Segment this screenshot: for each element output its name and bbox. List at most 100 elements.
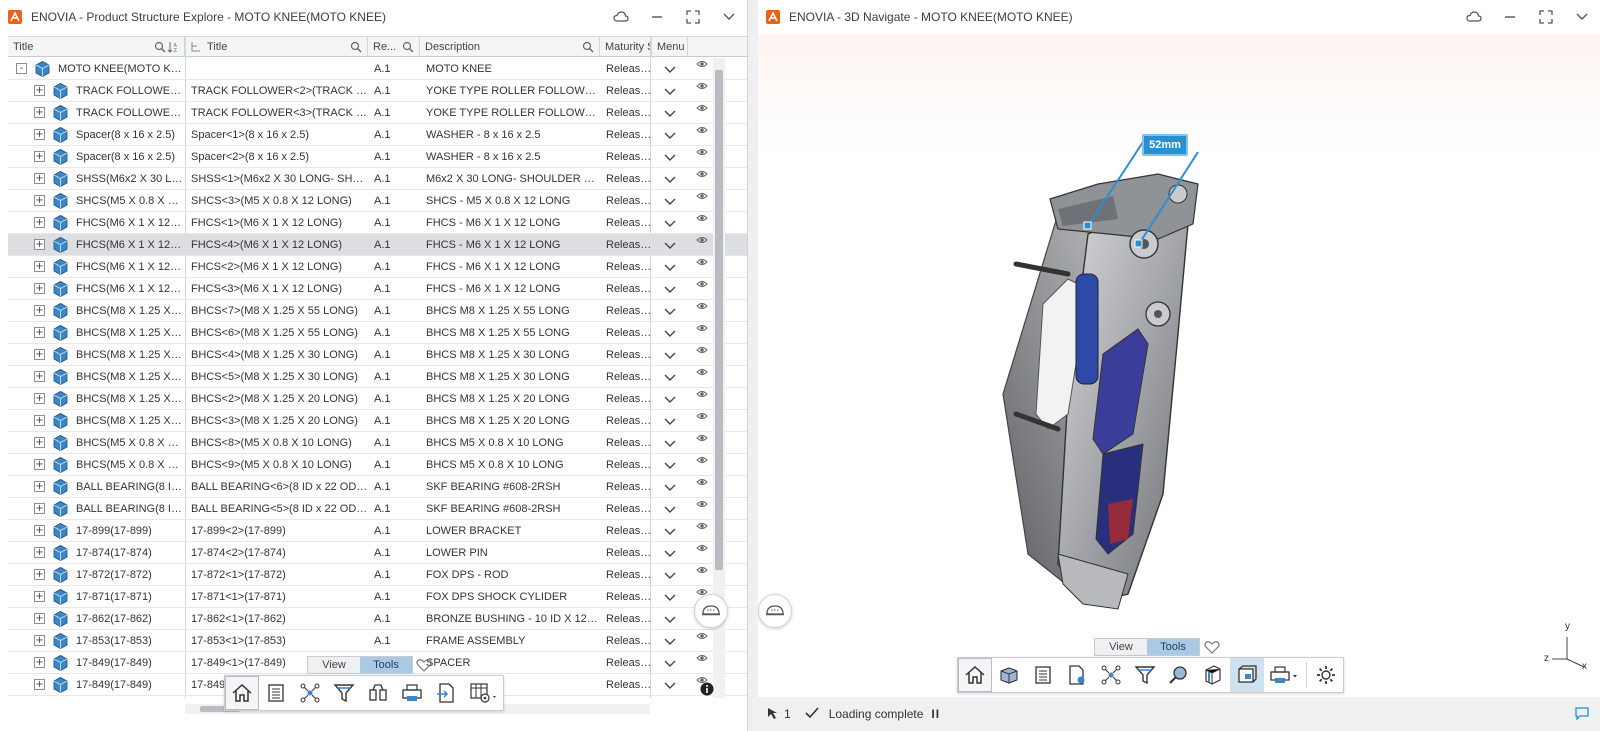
expand-toggle[interactable]: + bbox=[34, 371, 45, 382]
table-row[interactable]: +17-853(17-853) 17-853<1>(17-853) A.1 FRAME… bbox=[8, 630, 747, 652]
row-menu-chevron-icon[interactable] bbox=[663, 326, 677, 340]
table-row[interactable]: +17-899(17-899) 17-899<2>(17-899) A.1 LOWER… bbox=[8, 520, 747, 542]
expand-toggle[interactable]: + bbox=[34, 657, 45, 668]
row-menu-chevron-icon[interactable] bbox=[663, 304, 677, 318]
table-row[interactable]: - MOTO KNEE(MOTO KNEE) A.1 MOTO KNEE Release… bbox=[8, 58, 747, 80]
panel-divider[interactable] bbox=[748, 0, 758, 731]
visibility-eye-icon[interactable] bbox=[696, 433, 708, 443]
header-maturity[interactable]: Maturity S bbox=[600, 37, 652, 57]
expand-toggle[interactable]: + bbox=[34, 151, 45, 162]
header-revision[interactable]: Re... bbox=[368, 37, 420, 57]
table-settings-icon[interactable] bbox=[463, 676, 503, 710]
expand-toggle[interactable]: + bbox=[34, 679, 45, 690]
export-icon[interactable] bbox=[429, 676, 463, 710]
table-row[interactable]: + BALL BEARING(8 ID ... BALL BEARING<6>(8 … bbox=[8, 476, 747, 498]
expand-toggle[interactable]: + bbox=[34, 305, 45, 316]
print-icon[interactable] bbox=[1264, 658, 1304, 692]
settings-icon[interactable] bbox=[1309, 658, 1343, 692]
table-row[interactable]: +17-862(17-862) 17-862<1>(17-862) A.1 BRONZ… bbox=[8, 608, 747, 630]
info-icon[interactable] bbox=[700, 682, 714, 699]
expand-toggle[interactable]: + bbox=[34, 327, 45, 338]
visibility-eye-icon[interactable] bbox=[696, 301, 708, 311]
visibility-eye-icon[interactable] bbox=[696, 257, 708, 267]
table-view-icon[interactable] bbox=[259, 676, 293, 710]
table-row[interactable]: +17-874(17-874) 17-874<2>(17-874) A.1 LOWER… bbox=[8, 542, 747, 564]
chevron-down-icon[interactable] bbox=[711, 0, 747, 34]
table-row[interactable]: + BHCS(M5 X 0.8 X 10 ... BHCS<9>(M5 X 0.8 … bbox=[8, 454, 747, 476]
table-row[interactable]: + FHCS(M6 X 1 X 12 L... FHCS<3>(M6 X 1 X 1… bbox=[8, 278, 747, 300]
expand-toggle[interactable]: - bbox=[16, 63, 27, 74]
favorite-heart-icon[interactable] bbox=[1204, 640, 1220, 657]
expand-toggle[interactable]: + bbox=[34, 569, 45, 580]
box-view-icon[interactable] bbox=[1230, 658, 1264, 692]
row-menu-chevron-icon[interactable] bbox=[663, 84, 677, 98]
expand-toggle[interactable]: + bbox=[34, 85, 45, 96]
table-row[interactable]: + BHCS(M8 X 1.25 X 3... BHCS<5>(M8 X 1.25 … bbox=[8, 366, 747, 388]
visibility-eye-icon[interactable] bbox=[696, 103, 708, 113]
search-icon[interactable] bbox=[582, 41, 594, 53]
print-icon[interactable] bbox=[395, 676, 429, 710]
table-row[interactable]: + Spacer(8 x 16 x 2.5) Spacer<1>(8 x 16 x … bbox=[8, 124, 747, 146]
expand-toggle[interactable]: + bbox=[34, 613, 45, 624]
home-icon[interactable] bbox=[225, 676, 259, 710]
section-icon[interactable] bbox=[1196, 658, 1230, 692]
tab-tools[interactable]: Tools bbox=[360, 657, 412, 673]
expand-toggle[interactable]: + bbox=[34, 195, 45, 206]
3d-viewport[interactable]: 52mm y x z View Tools bbox=[758, 34, 1600, 697]
row-menu-chevron-icon[interactable] bbox=[663, 348, 677, 362]
scrollbar-thumb[interactable] bbox=[715, 70, 723, 570]
search-3d-icon[interactable] bbox=[1162, 658, 1196, 692]
row-menu-chevron-icon[interactable] bbox=[663, 656, 677, 670]
header-menu[interactable]: Menu bbox=[652, 37, 688, 57]
visibility-eye-icon[interactable] bbox=[696, 279, 708, 289]
visibility-eye-icon[interactable] bbox=[696, 81, 708, 91]
row-menu-chevron-icon[interactable] bbox=[663, 480, 677, 494]
visibility-eye-icon[interactable] bbox=[696, 345, 708, 355]
table-row[interactable]: + FHCS(M6 X 1 X 12 L... FHCS<1>(M6 X 1 X 1… bbox=[8, 212, 747, 234]
visibility-eye-icon[interactable] bbox=[696, 565, 708, 575]
row-menu-chevron-icon[interactable] bbox=[663, 524, 677, 538]
maximize-icon[interactable] bbox=[1528, 0, 1564, 34]
row-menu-chevron-icon[interactable] bbox=[663, 414, 677, 428]
header-instance-title[interactable]: Title bbox=[185, 37, 368, 57]
expand-toggle[interactable]: + bbox=[34, 591, 45, 602]
header-title[interactable]: Title AZ bbox=[8, 37, 185, 57]
filter-icon[interactable] bbox=[1128, 658, 1162, 692]
search-icon[interactable] bbox=[154, 41, 166, 53]
tab-view[interactable]: View bbox=[1095, 639, 1147, 655]
expand-toggle[interactable]: + bbox=[34, 393, 45, 404]
visibility-eye-icon[interactable] bbox=[696, 411, 708, 421]
visibility-eye-icon[interactable] bbox=[696, 367, 708, 377]
row-menu-chevron-icon[interactable] bbox=[663, 282, 677, 296]
visibility-eye-icon[interactable] bbox=[696, 521, 708, 531]
visibility-eye-icon[interactable] bbox=[696, 213, 708, 223]
table-row[interactable]: + TRACK FOLLOWER(... TRACK FOLLOWER<2>(TRA… bbox=[8, 80, 747, 102]
minimize-icon[interactable] bbox=[1492, 0, 1528, 34]
visibility-eye-icon[interactable] bbox=[696, 235, 708, 245]
table-row[interactable]: + FHCS(M6 X 1 X 12 L... FHCS<2>(M6 X 1 X 1… bbox=[8, 256, 747, 278]
visibility-eye-icon[interactable] bbox=[696, 631, 708, 641]
visibility-eye-icon[interactable] bbox=[696, 499, 708, 509]
visibility-eye-icon[interactable] bbox=[696, 653, 708, 663]
search-icon[interactable] bbox=[350, 41, 362, 53]
row-menu-chevron-icon[interactable] bbox=[663, 568, 677, 582]
row-menu-chevron-icon[interactable] bbox=[663, 392, 677, 406]
row-menu-chevron-icon[interactable] bbox=[663, 216, 677, 230]
search-icon[interactable] bbox=[402, 41, 414, 53]
filter-icon[interactable] bbox=[327, 676, 361, 710]
visibility-eye-icon[interactable] bbox=[696, 191, 708, 201]
table-row[interactable]: + BALL BEARING(8 ID ... BALL BEARING<5>(8 … bbox=[8, 498, 747, 520]
home-icon[interactable] bbox=[958, 658, 992, 692]
expand-toggle[interactable]: + bbox=[34, 239, 45, 250]
tab-tools[interactable]: Tools bbox=[1147, 639, 1199, 655]
minimize-icon[interactable] bbox=[639, 0, 675, 34]
row-menu-chevron-icon[interactable] bbox=[663, 150, 677, 164]
compare-icon[interactable] bbox=[361, 676, 395, 710]
header-description[interactable]: Description bbox=[420, 37, 600, 57]
row-menu-chevron-icon[interactable] bbox=[663, 546, 677, 560]
chevron-down-icon[interactable] bbox=[1564, 0, 1600, 34]
favorite-heart-icon[interactable] bbox=[416, 658, 432, 675]
visibility-eye-icon[interactable] bbox=[696, 543, 708, 553]
table-row[interactable]: + BHCS(M8 X 1.25 X 2... BHCS<3>(M8 X 1.25 … bbox=[8, 410, 747, 432]
row-menu-chevron-icon[interactable] bbox=[663, 106, 677, 120]
